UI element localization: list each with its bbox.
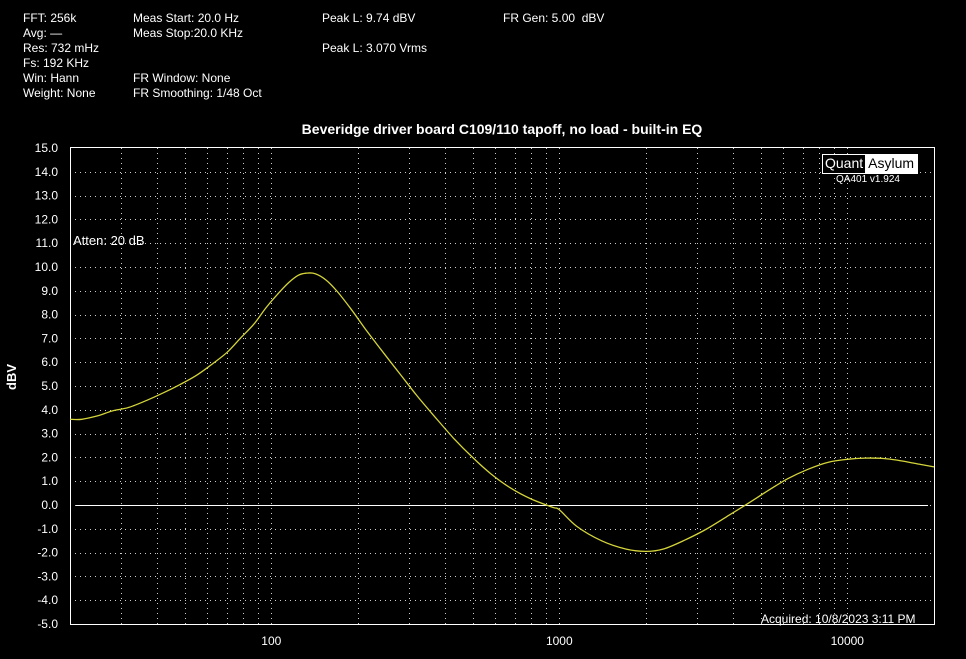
- y-tick-label: 0.0: [41, 498, 58, 512]
- x-tick-label: 1000: [546, 634, 573, 648]
- y-tick-label: -3.0: [37, 569, 58, 583]
- y-tick-label: 6.0: [41, 355, 58, 369]
- attenuation-label: Atten: 20 dB: [73, 233, 145, 248]
- y-tick-label: 8.0: [41, 308, 58, 322]
- y-tick-label: 2.0: [41, 450, 58, 464]
- y-tick-label: -4.0: [37, 593, 58, 607]
- y-tick-label: 10.0: [35, 260, 59, 274]
- y-tick-label: 15.0: [35, 141, 59, 155]
- x-tick-labels: 100 1000 10000: [261, 634, 864, 648]
- frequency-response-trace: [69, 272, 935, 553]
- version-label: QA401 v1.924: [836, 174, 900, 185]
- y-tick-label: 5.0: [41, 379, 58, 393]
- logo-quant: Quant: [823, 155, 866, 173]
- grid: [70, 148, 934, 624]
- y-tick-label: 12.0: [35, 212, 59, 226]
- quantasylum-logo: Quant Asylum: [822, 154, 919, 174]
- acquired-timestamp: Acquired: 10/8/2023 3:11 PM: [761, 612, 916, 626]
- y-tick-label: 13.0: [35, 189, 59, 203]
- y-tick-label: -1.0: [37, 522, 58, 536]
- y-tick-label: -5.0: [37, 617, 58, 631]
- y-tick-label: 11.0: [36, 236, 59, 250]
- logo-asylum: Asylum: [865, 155, 918, 173]
- response-chart: 15.0 14.0 13.0 12.0 11.0 10.0 9.0 8.0 7.0 6.0 5.0 4…: [35, 141, 935, 648]
- y-tick-label: 9.0: [41, 284, 58, 298]
- y-tick-label: 3.0: [41, 427, 58, 441]
- y-tick-labels: 15.0 14.0 13.0 12.0 11.0 10.0 9.0 8.0 7.0 6.0 5.0 4…: [35, 141, 59, 631]
- y-tick-label: 1.0: [41, 474, 58, 488]
- x-tick-label: 10000: [831, 634, 865, 648]
- y-tick-label: 7.0: [41, 331, 58, 345]
- y-tick-label: 14.0: [35, 165, 59, 179]
- x-tick-label: 100: [261, 634, 281, 648]
- y-tick-label: 4.0: [41, 403, 58, 417]
- y-tick-label: -2.0: [37, 546, 58, 560]
